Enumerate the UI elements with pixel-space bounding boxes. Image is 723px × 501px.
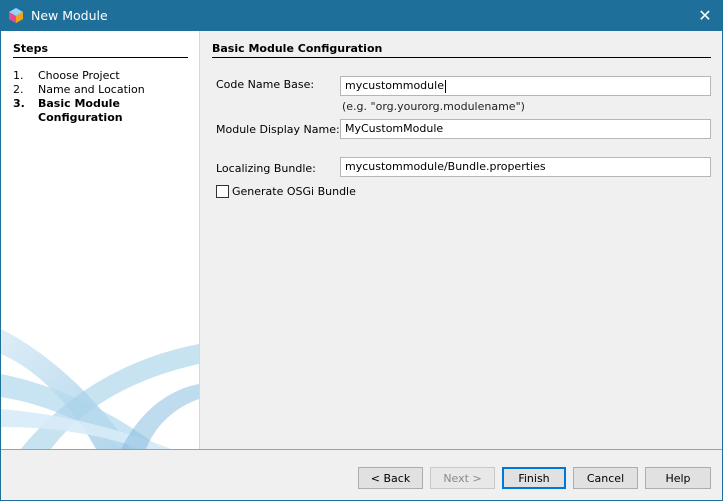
steps-divider bbox=[13, 57, 188, 58]
back-button[interactable]: < Back bbox=[358, 467, 423, 489]
cancel-button[interactable]: Cancel bbox=[573, 467, 638, 489]
text-cursor bbox=[444, 79, 446, 93]
code-name-base-label: Code Name Base: bbox=[216, 78, 315, 91]
panel-title: Basic Module Configuration bbox=[212, 42, 383, 55]
step-label: Basic Module Configuration bbox=[38, 97, 123, 124]
step-item-basic-config: 3. Basic Module Configuration bbox=[13, 97, 193, 125]
step-label: Name and Location bbox=[38, 83, 145, 96]
module-display-name-field[interactable]: MyCustomModule bbox=[340, 119, 711, 139]
generate-osgi-checkbox[interactable] bbox=[216, 185, 229, 198]
generate-osgi-label[interactable]: Generate OSGi Bundle bbox=[232, 185, 356, 198]
module-display-name-label: Module Display Name: bbox=[216, 123, 340, 136]
close-icon[interactable]: ✕ bbox=[687, 0, 723, 31]
configuration-panel: Basic Module Configuration Code Name Bas… bbox=[199, 31, 722, 449]
steps-panel: Steps 1. Choose Project 2. Name and Loca… bbox=[1, 31, 199, 449]
step-number: 1. bbox=[13, 69, 24, 82]
decorative-swoosh-graphic bbox=[1, 329, 199, 449]
step-label: Choose Project bbox=[38, 69, 120, 82]
step-item-choose-project: 1. Choose Project bbox=[13, 69, 193, 83]
code-name-base-field[interactable]: mycustommodule bbox=[340, 76, 711, 96]
help-button[interactable]: Help bbox=[645, 467, 711, 489]
code-name-base-hint: (e.g. "org.yourorg.modulename") bbox=[342, 100, 525, 113]
step-item-name-location: 2. Name and Location bbox=[13, 83, 193, 97]
localizing-bundle-field[interactable]: mycustommodule/Bundle.properties bbox=[340, 157, 711, 177]
netbeans-cube-icon bbox=[8, 8, 24, 24]
next-button[interactable]: Next > bbox=[430, 467, 495, 489]
panel-divider bbox=[212, 57, 711, 58]
window-title: New Module bbox=[31, 8, 108, 23]
title-bar: New Module ✕ bbox=[0, 0, 723, 31]
finish-button[interactable]: Finish bbox=[502, 467, 566, 489]
step-number: 2. bbox=[13, 83, 24, 96]
code-name-base-value: mycustommodule bbox=[345, 79, 444, 92]
button-bar-separator bbox=[1, 449, 722, 450]
steps-title: Steps bbox=[13, 42, 49, 55]
step-number: 3. bbox=[13, 97, 25, 110]
localizing-bundle-label: Localizing Bundle: bbox=[216, 162, 316, 175]
